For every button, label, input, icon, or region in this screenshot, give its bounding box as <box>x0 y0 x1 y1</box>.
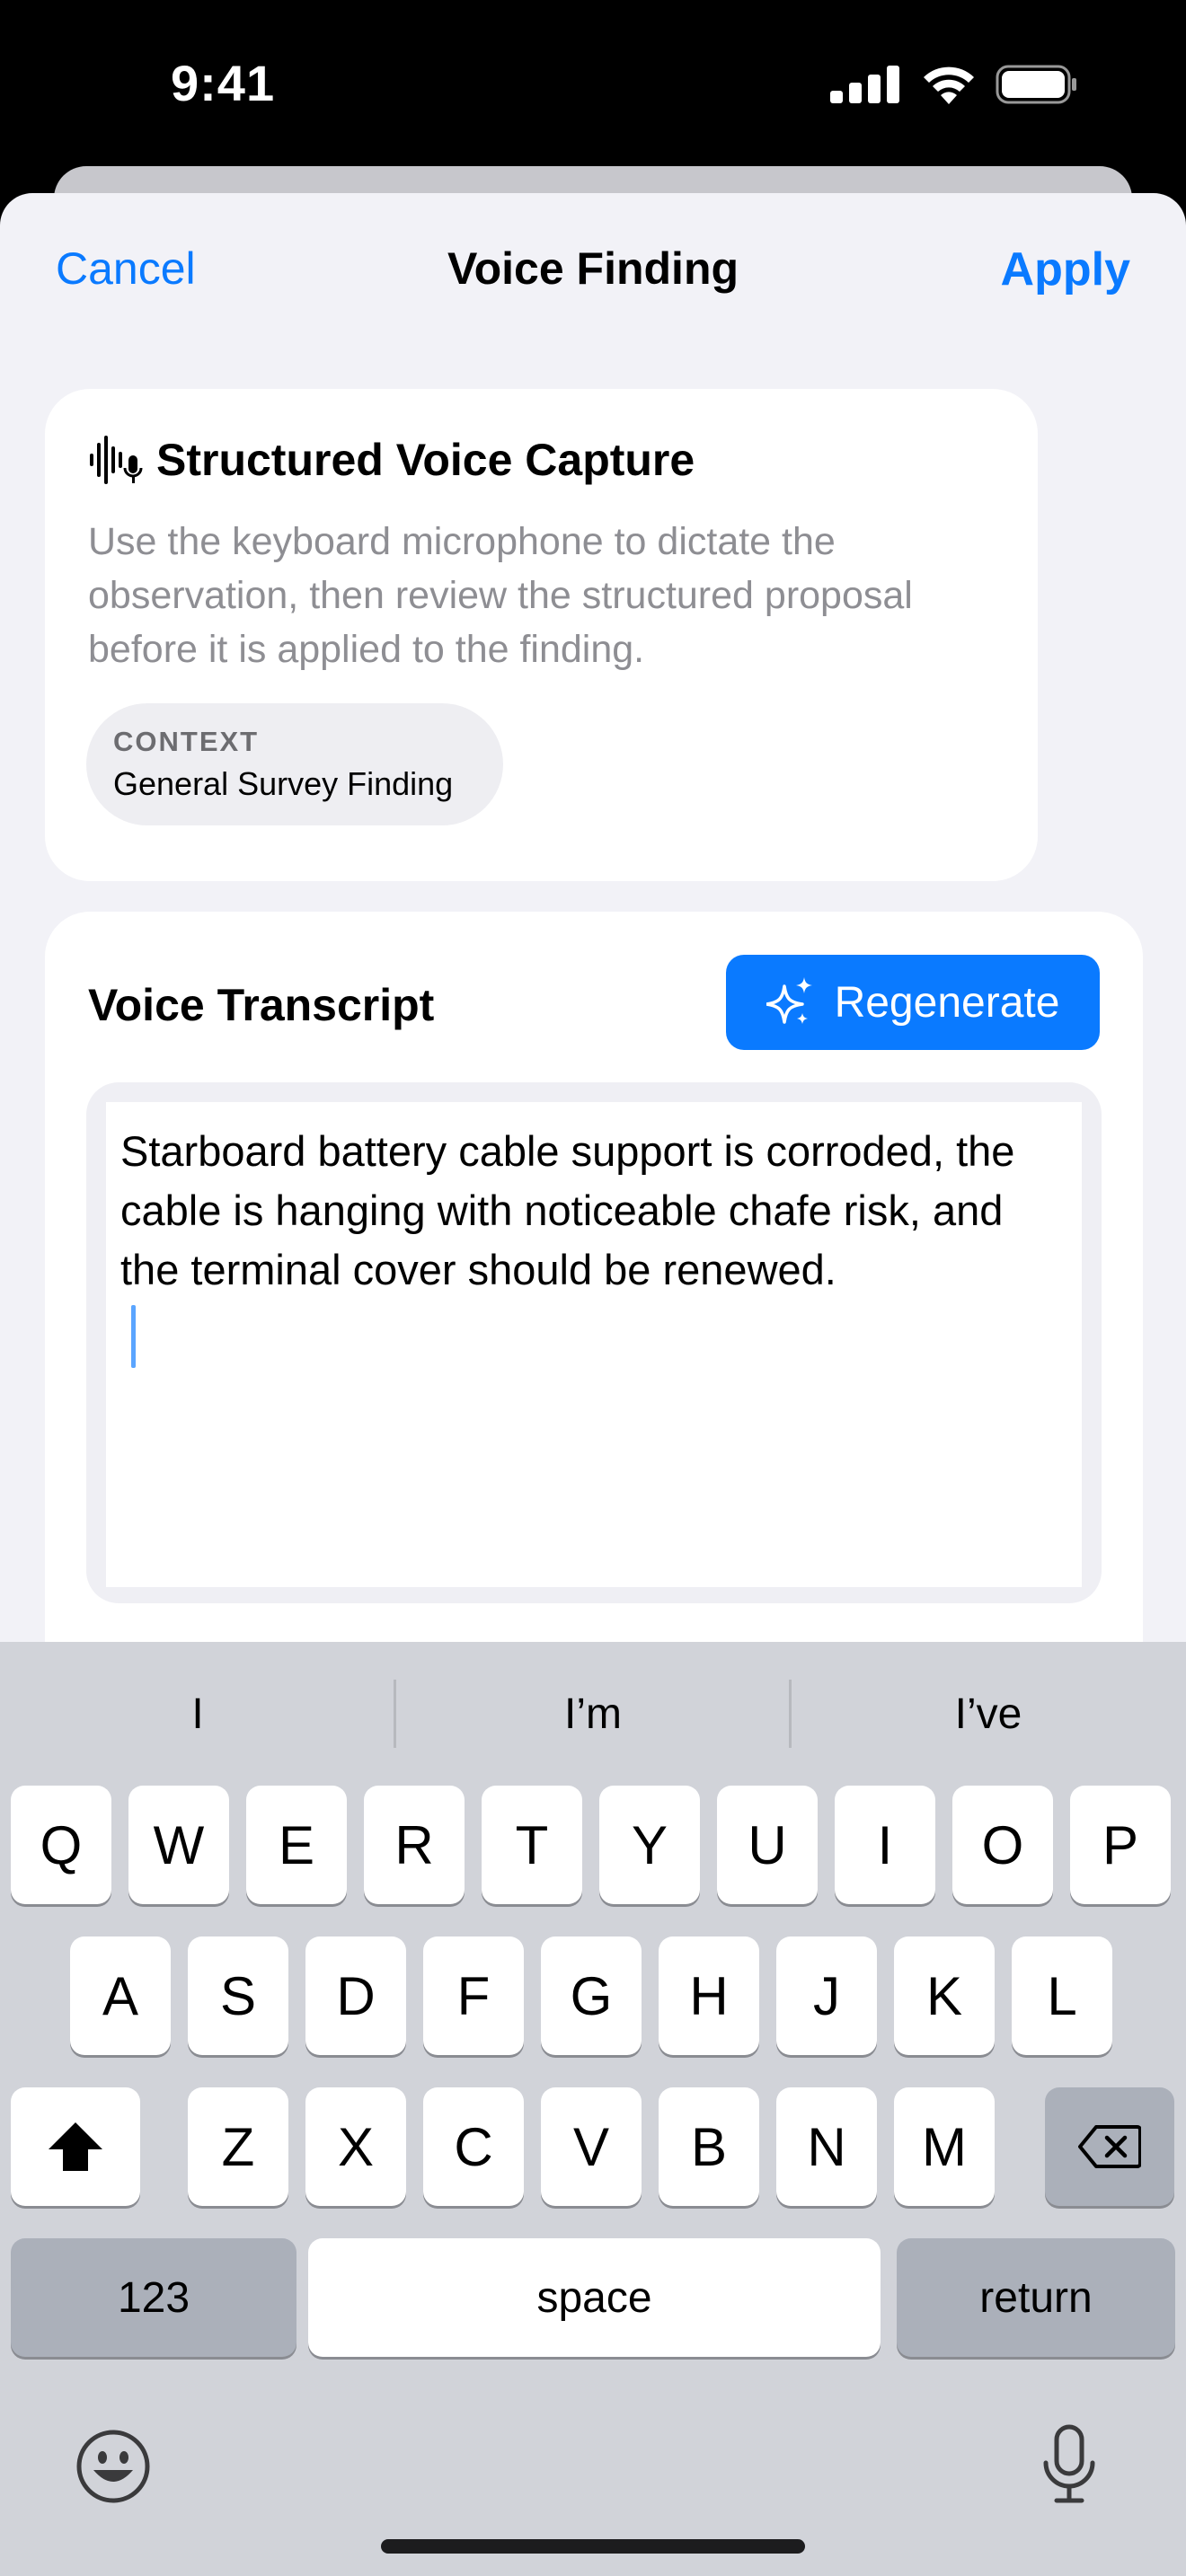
emoji-icon[interactable] <box>75 2429 151 2504</box>
battery-icon <box>996 65 1076 104</box>
suggestion-item[interactable]: I <box>0 1642 395 1786</box>
suggestion-bar: I I’m I’ve <box>0 1642 1186 1786</box>
capture-card-description: Use the keyboard microphone to dictate t… <box>88 520 913 671</box>
transcript-field-container: Starboard battery cable support is corro… <box>86 1082 1102 1603</box>
space-key[interactable]: space <box>308 2238 881 2357</box>
status-bar: 9:41 <box>0 0 1186 171</box>
suggestion-item[interactable]: I’m <box>395 1642 791 1786</box>
key-t[interactable]: T <box>482 1786 582 1904</box>
card-header: Structured Voice Capture <box>88 434 695 486</box>
delete-key[interactable] <box>1045 2087 1174 2206</box>
key-s[interactable]: S <box>188 1936 288 2055</box>
key-q[interactable]: Q <box>11 1786 111 1904</box>
key-f[interactable]: F <box>423 1936 524 2055</box>
suggestion-item[interactable]: I’ve <box>791 1642 1186 1786</box>
key-b[interactable]: B <box>659 2087 759 2206</box>
transcript-text-area[interactable]: Starboard battery cable support is corro… <box>106 1102 1082 1587</box>
microphone-icon[interactable] <box>1042 2423 1096 2506</box>
key-m[interactable]: M <box>894 2087 995 2206</box>
capture-card-title: Structured Voice Capture <box>156 435 695 485</box>
key-l[interactable]: L <box>1012 1936 1112 2055</box>
key-p[interactable]: P <box>1070 1786 1171 1904</box>
screen: 9:41 Cancel Voice Finding Apply Structur… <box>0 0 1186 2576</box>
key-n[interactable]: N <box>776 2087 877 2206</box>
shift-icon <box>49 2122 102 2171</box>
key-u[interactable]: U <box>717 1786 818 1904</box>
key-r[interactable]: R <box>364 1786 465 1904</box>
delete-icon <box>1078 2125 1141 2168</box>
context-pill: CONTEXT General Survey Finding <box>86 703 503 825</box>
key-y[interactable]: Y <box>599 1786 700 1904</box>
return-key[interactable]: return <box>897 2238 1175 2357</box>
voice-capture-card: Structured Voice Capture Use the keyboar… <box>45 389 1038 881</box>
key-e[interactable]: E <box>246 1786 347 1904</box>
key-c[interactable]: C <box>423 2087 524 2206</box>
key-x[interactable]: X <box>305 2087 406 2206</box>
home-indicator <box>381 2539 805 2554</box>
numbers-key[interactable]: 123 <box>11 2238 296 2357</box>
context-label: CONTEXT <box>113 726 260 757</box>
cellular-signal-icon <box>830 66 899 103</box>
key-k[interactable]: K <box>894 1936 995 2055</box>
key-a[interactable]: A <box>70 1936 171 2055</box>
key-h[interactable]: H <box>659 1936 759 2055</box>
status-time: 9:41 <box>171 55 276 111</box>
waveform-mic-icon <box>90 436 143 484</box>
apply-button[interactable]: Apply <box>1001 243 1130 296</box>
regenerate-label: Regenerate <box>834 978 1060 1027</box>
key-o[interactable]: O <box>952 1786 1053 1904</box>
key-z[interactable]: Z <box>188 2087 288 2206</box>
shift-key[interactable] <box>11 2087 140 2206</box>
transcript-card-title: Voice Transcript <box>88 980 435 1030</box>
key-d[interactable]: D <box>305 1936 406 2055</box>
keyboard: I I’m I’ve Q W E R T Y U I O P A S D F G… <box>0 1642 1186 2576</box>
regenerate-button[interactable]: Regenerate <box>726 955 1100 1050</box>
key-g[interactable]: G <box>541 1936 642 2055</box>
wifi-icon <box>924 66 974 104</box>
key-v[interactable]: V <box>541 2087 642 2206</box>
navigation-bar: Cancel Voice Finding Apply <box>0 193 1186 346</box>
key-j[interactable]: J <box>776 1936 877 2055</box>
sparkles-icon <box>766 977 812 1024</box>
status-icons <box>830 65 1078 104</box>
key-w[interactable]: W <box>128 1786 229 1904</box>
key-i[interactable]: I <box>835 1786 935 1904</box>
transcript-text: Starboard battery cable support is corro… <box>120 1127 1015 1293</box>
context-value: General Survey Finding <box>113 765 454 802</box>
text-cursor <box>131 1305 136 1368</box>
